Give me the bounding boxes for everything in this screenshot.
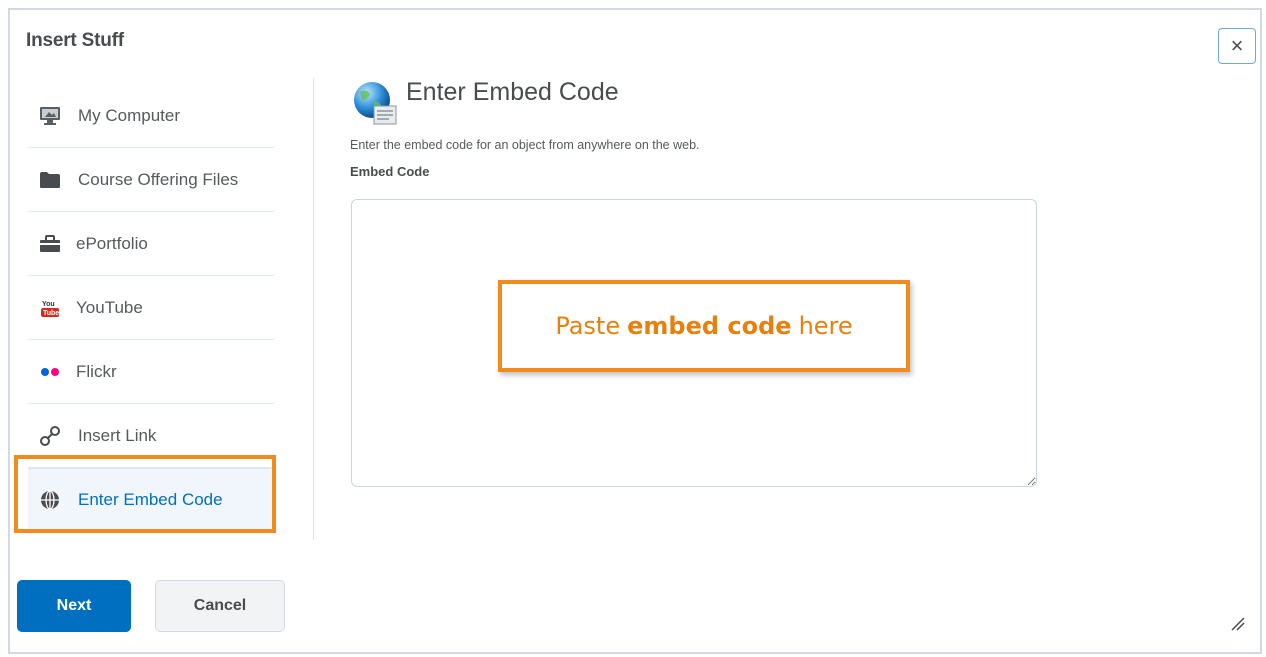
sidebar-item-insert-link[interactable]: Insert Link (28, 404, 274, 468)
embed-code-label: Embed Code (350, 164, 430, 179)
sidebar-item-youtube[interactable]: You Tube YouTube (28, 276, 274, 340)
sidebar-item-my-computer[interactable]: My Computer (28, 84, 274, 148)
briefcase-icon (36, 233, 64, 255)
sidebar-item-label: Flickr (76, 361, 117, 381)
close-button[interactable]: × (1218, 28, 1256, 64)
youtube-icon: You Tube (36, 297, 64, 319)
sidebar-item-course-offering-files[interactable]: Course Offering Files (28, 148, 274, 212)
sidebar-item-label: YouTube (76, 297, 143, 317)
svg-text:You: You (42, 301, 55, 308)
sidebar-item-label: Enter Embed Code (78, 490, 223, 509)
svg-text:Tube: Tube (43, 310, 59, 317)
monitor-icon (36, 105, 64, 127)
dialog-resize-handle-icon[interactable] (1226, 612, 1246, 632)
panel-divider (313, 78, 314, 540)
sidebar-item-enter-embed-code[interactable]: Enter Embed Code (28, 468, 274, 532)
embed-globe-icon (352, 80, 400, 128)
sidebar-item-label: Insert Link (78, 425, 157, 445)
callout-suffix: here (798, 312, 853, 340)
next-button[interactable]: Next (17, 580, 131, 632)
sidebar-item-label: Course Offering Files (78, 169, 239, 189)
callout-prefix: Paste (555, 312, 621, 340)
cancel-button[interactable]: Cancel (155, 580, 285, 632)
flickr-icon (36, 361, 64, 383)
sidebar-item-label: My Computer (78, 105, 181, 125)
sidebar-item-eportfolio[interactable]: ePortfolio (28, 212, 274, 276)
embed-description: Enter the embed code for an object from … (350, 138, 700, 152)
paste-embed-code-callout: Paste embed code here (498, 280, 910, 372)
folder-icon (36, 169, 64, 191)
globe-icon (36, 489, 64, 511)
callout-bold: embed code (627, 312, 792, 340)
close-icon: × (1230, 33, 1244, 58)
sidebar: My Computer Course Offering Files ePortf… (28, 84, 274, 532)
sidebar-item-flickr[interactable]: Flickr (28, 340, 274, 404)
sidebar-item-label: ePortfolio (76, 233, 148, 253)
page-title: Enter Embed Code (406, 78, 619, 106)
link-icon (36, 425, 64, 447)
dialog-title: Insert Stuff (26, 30, 124, 51)
